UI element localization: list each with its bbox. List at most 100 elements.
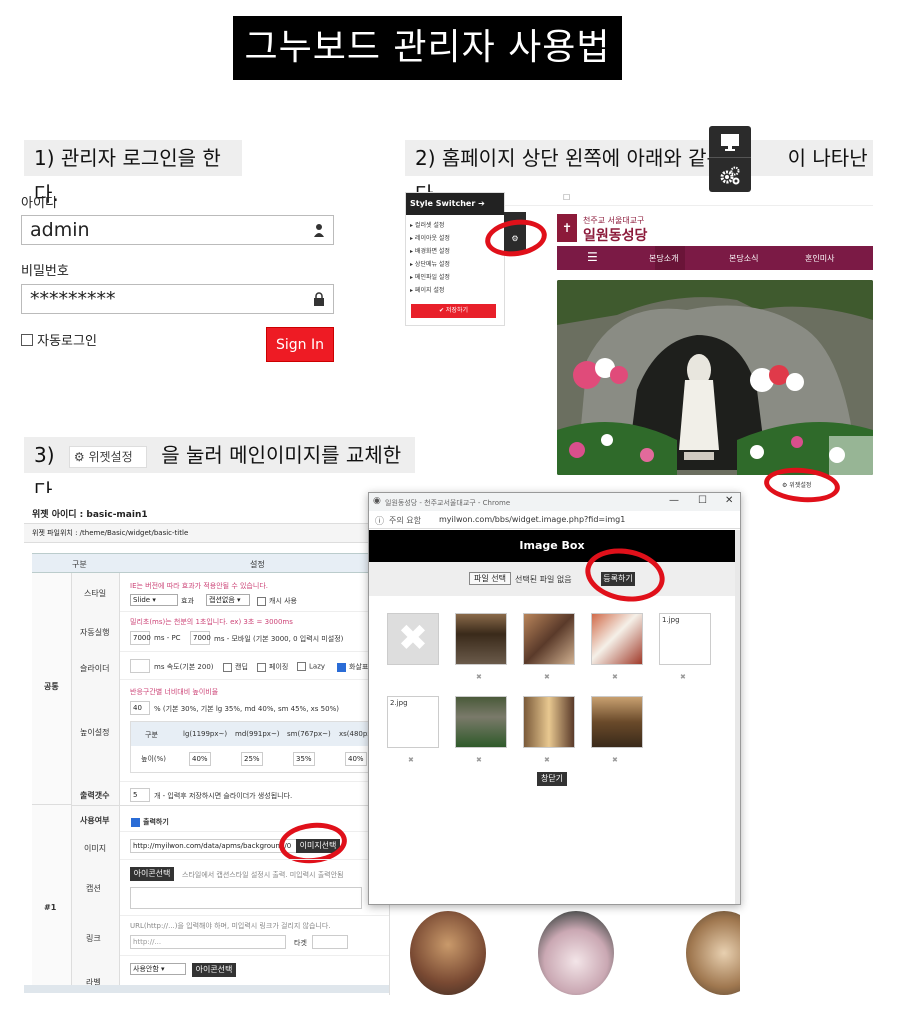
opt-lazy[interactable]: Lazy (294, 662, 325, 671)
broken-image-label: 1.jpg (662, 616, 680, 624)
bookmark-icon: ☐ (563, 193, 571, 202)
switcher-header[interactable]: Style Switcher ➔ (406, 193, 504, 215)
close-icon[interactable]: ✕ (725, 495, 733, 506)
switcher-item[interactable]: ▸ 메인파일 설정 (410, 271, 504, 284)
lazy-label: Lazy (309, 662, 326, 671)
caption-icon-button[interactable]: 아이콘선택 (130, 867, 174, 881)
bp-sm-input[interactable]: 35% (293, 752, 315, 766)
switcher-item[interactable]: ▸ 페이지 설정 (410, 284, 504, 297)
target-input[interactable] (312, 935, 348, 949)
step3-label: 3) ⚙ 위젯설정 을 눌러 메인이미지를 교체한다. (24, 437, 415, 503)
count-input[interactable]: 5 (130, 788, 150, 802)
switcher-item[interactable]: ▸ 상단메뉴 설정 (410, 258, 504, 271)
signin-button[interactable]: Sign In (266, 327, 334, 362)
image-thumb[interactable] (591, 696, 643, 748)
opt-thumb[interactable]: 캔딥 (220, 662, 248, 672)
page-title: 그누보드 관리자 사용법 (233, 16, 622, 80)
grotto-photo (557, 280, 873, 475)
user-icon (314, 224, 324, 237)
image-thumb[interactable] (455, 613, 507, 665)
bottom-scrollbar[interactable] (24, 985, 389, 993)
minimize-icon[interactable]: — (669, 495, 679, 506)
popup-titlebar: ◉ 일원동성당 - 천주교서울대교구 - Chrome — ☐ ✕ (369, 493, 740, 511)
background-thumbnails (389, 905, 740, 995)
image-thumb[interactable] (455, 696, 507, 748)
switcher-save-button[interactable]: ✔ 저장하기 (411, 304, 496, 318)
delete-icon[interactable]: ✖ (544, 756, 550, 764)
use-label: 사용여부 (80, 816, 110, 825)
style-select[interactable]: Slide ▾ (130, 594, 178, 606)
cache-checkbox[interactable] (257, 596, 266, 606)
link-input[interactable]: http://... (130, 935, 286, 949)
height-input[interactable]: 40 (130, 701, 150, 715)
row-divider (120, 781, 389, 782)
bp-xs-input[interactable]: 40% (345, 752, 367, 766)
delete-icon[interactable]: ✖ (476, 673, 482, 681)
arrow-checkbox[interactable] (337, 662, 346, 672)
nav-item-news[interactable]: 본당소식 (729, 253, 758, 264)
target-label: 타겟 (294, 939, 307, 947)
site-logo[interactable]: ✝ 천주교 서울대교구 일원동성당 (557, 214, 677, 244)
row-divider (120, 831, 389, 832)
settings-button[interactable] (709, 159, 751, 192)
count-unit: 개 - 입력후 저장하시면 슬라이더가 생성됩니다. (154, 792, 293, 800)
label-icon-button[interactable]: 아이콘선택 (192, 963, 236, 977)
auto-login-checkbox[interactable] (21, 334, 33, 346)
cache-option[interactable]: 캐시 사용 (254, 596, 297, 606)
bp-lg-input[interactable]: 40% (189, 752, 211, 766)
auto-pc-input[interactable]: 7000 (130, 631, 151, 645)
auto-login[interactable]: 자동로그인 (21, 330, 97, 349)
image-label: 이미지 (84, 844, 107, 853)
password-field[interactable]: ********* (21, 284, 334, 314)
lazy-checkbox[interactable] (297, 662, 306, 671)
caption-textarea[interactable] (130, 887, 362, 909)
nav-item-intro[interactable]: 본당소개 (649, 253, 678, 264)
delete-icon[interactable]: ✖ (544, 673, 550, 681)
bp-md-input[interactable]: 25% (241, 752, 263, 766)
popup-scrollbar[interactable] (735, 530, 740, 904)
label-select[interactable]: 사용안함 ▾ (130, 963, 186, 975)
use-option[interactable]: 출력하기 (128, 817, 169, 827)
opt-arrow[interactable]: 화살표 (334, 662, 368, 672)
opt-paging[interactable]: 페이징 (254, 662, 288, 672)
id-field[interactable]: admin (21, 215, 334, 245)
effect-select[interactable]: 캡션없음 ▾ (206, 594, 250, 606)
switcher-item-label: 컬러셋 설정 (414, 222, 445, 229)
group-common-cell: 공통 (32, 573, 72, 805)
slider-label: 슬라이더 (80, 664, 110, 673)
delete-icon[interactable]: ✖ (680, 673, 686, 681)
thumb-checkbox[interactable] (223, 662, 232, 672)
address-warning: 주의 요함 (389, 516, 421, 525)
slider-speed-unit: ms 속도(기본 200) (154, 663, 214, 671)
row-divider (72, 805, 389, 806)
nav-item-wedding[interactable]: 혼인미사 (805, 253, 834, 264)
popup-addressbar[interactable]: ⓘ 주의 요함 myilwon.com/bbs/widget.image.php… (369, 511, 740, 529)
menu-icon[interactable]: ☰ (587, 250, 598, 264)
site-topbar: ☐ (505, 192, 873, 206)
paging-checkbox[interactable] (257, 662, 266, 672)
image-thumb-broken[interactable]: 2.jpg (387, 696, 439, 748)
close-window-button[interactable]: 창닫기 (537, 772, 567, 786)
maximize-icon[interactable]: ☐ (698, 495, 707, 506)
delete-icon[interactable]: ✖ (612, 756, 618, 764)
step2-text-a: 2) 홈페이지 상단 왼쪽에 아래와 같은 (415, 146, 725, 170)
image-thumb[interactable] (591, 613, 643, 665)
monitor-button[interactable] (709, 126, 751, 158)
image-thumb-broken[interactable]: 1.jpg (659, 613, 711, 665)
bp-header: 구분 (145, 731, 158, 739)
delete-icon[interactable]: ✖ (408, 756, 414, 764)
file-select-button[interactable]: 파일 선택 (469, 572, 511, 585)
image-thumb-removed[interactable]: ✖ (387, 613, 439, 665)
slider-speed-input[interactable] (130, 659, 150, 673)
delete-icon[interactable]: ✖ (612, 673, 618, 681)
style-note: IE는 버전에 따라 효과가 적용안될 수 있습니다. (130, 582, 268, 590)
auto-mobile-input[interactable]: 7000 (190, 631, 211, 645)
count-label: 출력갯수 (80, 791, 110, 800)
image-url-input[interactable]: http://myilwon.com/data/apms/background/… (130, 839, 300, 853)
info-icon[interactable]: ⓘ (375, 514, 384, 527)
delete-icon[interactable]: ✖ (476, 756, 482, 764)
image-thumb[interactable] (523, 613, 575, 665)
step2-label: 2) 홈페이지 상단 왼쪽에 아래와 같은 이 나타난다. (405, 140, 873, 206)
image-thumb[interactable] (523, 696, 575, 748)
use-checkbox[interactable] (131, 817, 140, 827)
